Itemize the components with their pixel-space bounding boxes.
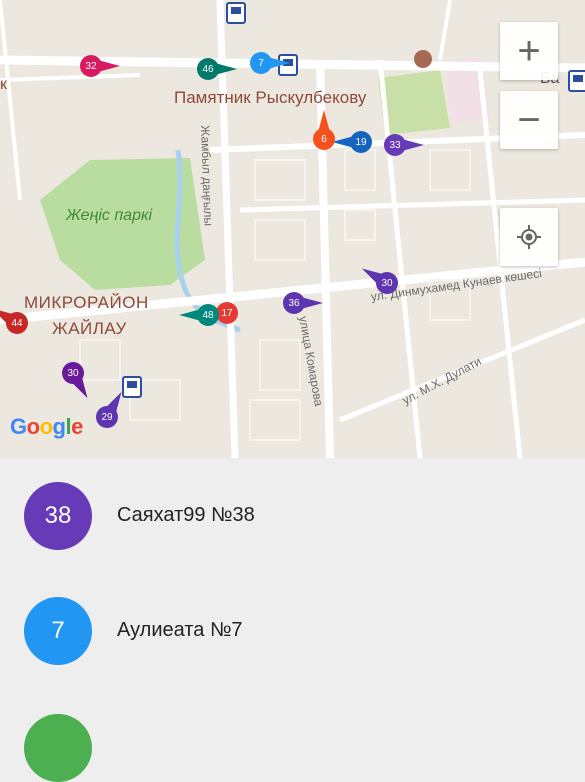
zoom-in-button[interactable]: + xyxy=(500,22,558,80)
bus-marker[interactable]: 7 xyxy=(250,52,294,74)
park-label: Жеңіс паркі xyxy=(66,207,153,224)
bus-marker-label: 46 xyxy=(202,63,214,75)
route-name: Саяхат99 №38 xyxy=(117,504,255,526)
monument-icon xyxy=(414,50,432,68)
bus-marker[interactable]: 6 xyxy=(313,106,335,150)
bus-marker-label: 19 xyxy=(355,136,367,148)
bus-marker-label: 36 xyxy=(288,297,300,309)
route-number-badge xyxy=(24,714,92,782)
bus-marker-label: 7 xyxy=(258,57,264,69)
route-list-item[interactable] xyxy=(0,688,585,782)
bus-marker-label: 6 xyxy=(321,133,327,145)
bus-marker-label: 17 xyxy=(221,307,233,319)
bus-marker-label: 30 xyxy=(381,277,393,289)
zoom-in-label: + xyxy=(517,28,541,73)
bus-marker-label: 32 xyxy=(85,60,97,72)
bus-marker[interactable]: 46 xyxy=(197,58,241,80)
bus-marker[interactable]: 32 xyxy=(80,55,124,77)
bus-marker[interactable]: 36 xyxy=(283,292,327,314)
my-location-button[interactable] xyxy=(500,208,558,266)
bus-marker-label: 29 xyxy=(101,411,113,423)
district-label-line1: МИКРОРАЙОН xyxy=(24,293,149,312)
bus-marker[interactable]: 33 xyxy=(384,134,428,156)
bus-stop-icon[interactable] xyxy=(568,70,585,92)
bus-marker-label: 48 xyxy=(202,309,214,321)
route-name: Аулиеата №7 xyxy=(117,619,243,641)
map-view[interactable]: Памятник Рыскулбекову МИКРОРАЙОН ЖАЙЛАУ … xyxy=(0,0,585,458)
route-list: 38 Саяхат99 №38 7 Аулиеата №7 xyxy=(0,458,585,782)
route-list-item[interactable]: 7 Аулиеата №7 xyxy=(0,573,585,688)
google-logo: Google xyxy=(10,414,83,439)
bus-stop-icon[interactable] xyxy=(226,2,246,24)
district-label-line2: ЖАЙЛАУ xyxy=(52,319,127,338)
left-edge-label: к xyxy=(0,76,7,93)
route-number-badge: 38 xyxy=(24,481,92,550)
zoom-out-button[interactable]: − xyxy=(500,91,558,149)
route-list-item[interactable]: 38 Саяхат99 №38 xyxy=(0,458,585,573)
bus-marker[interactable]: 48 xyxy=(175,304,219,326)
bus-marker-label: 44 xyxy=(11,317,23,329)
bus-marker-label: 30 xyxy=(67,367,79,379)
zoom-out-label: − xyxy=(517,97,541,142)
poi-label-monument: Памятник Рыскулбекову xyxy=(174,88,367,107)
crosshair-icon xyxy=(517,225,541,249)
bus-marker-label: 33 xyxy=(389,139,401,151)
route-number-badge: 7 xyxy=(24,596,92,665)
